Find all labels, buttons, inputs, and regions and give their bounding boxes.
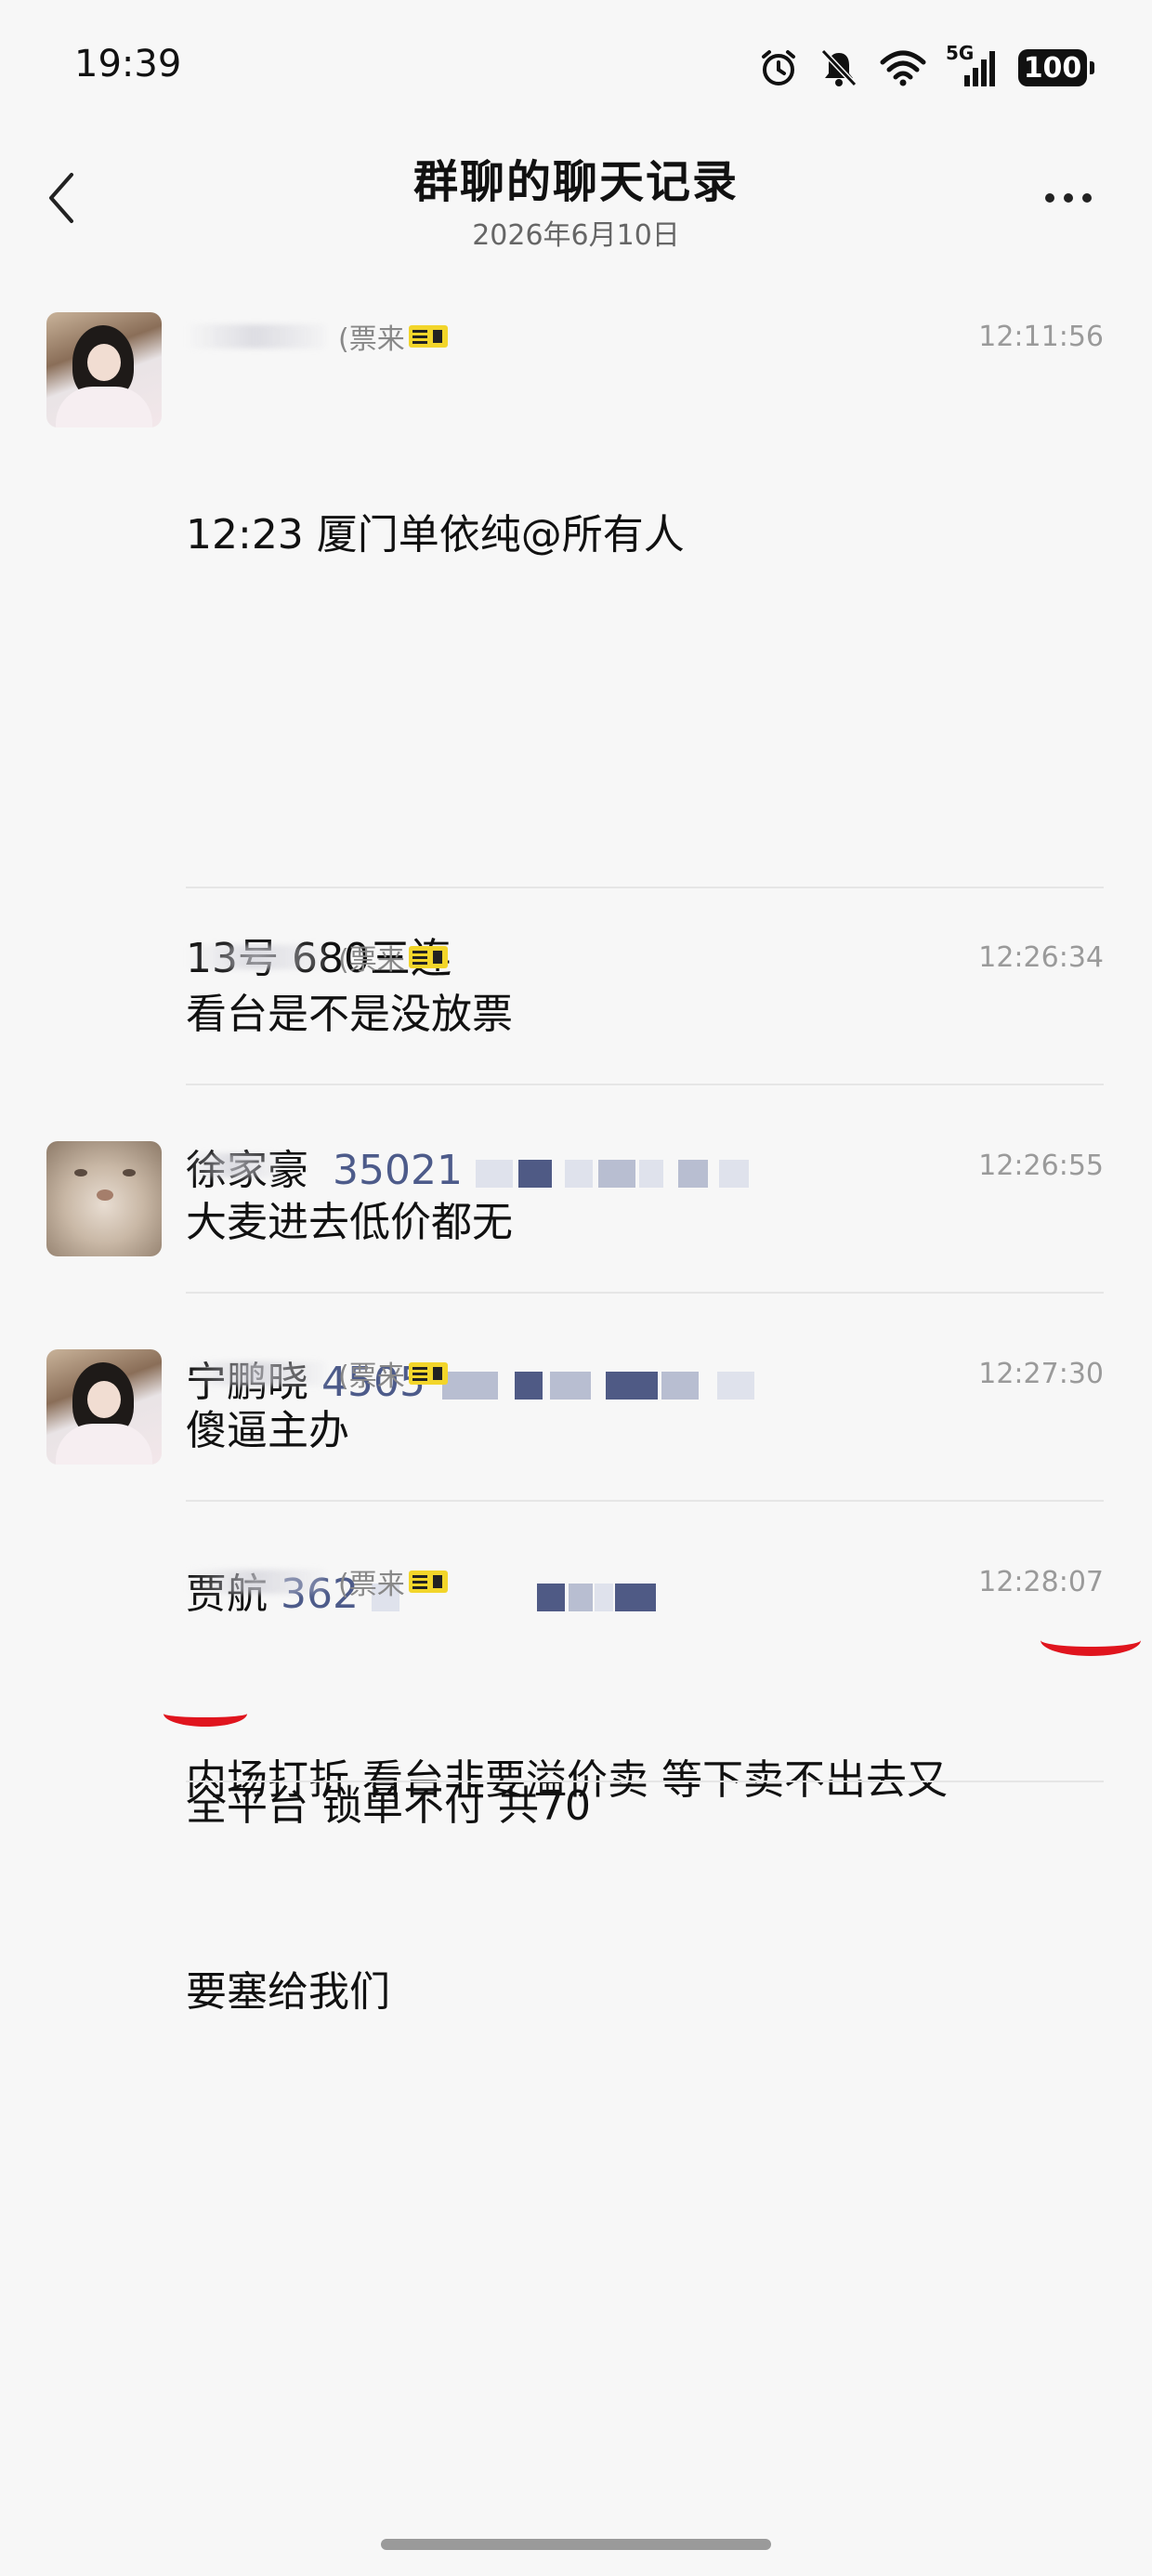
avatar-face (87, 344, 121, 381)
message-text: 内场打折 看台非要溢价卖 等下卖不出去又 要塞给我们 (186, 1604, 1104, 2169)
more-dots-icon (1045, 193, 1054, 203)
avatar[interactable] (46, 1349, 162, 1465)
chat-message[interactable]: (票来 12:26:34 看台是不是没放票 (0, 927, 1152, 1085)
message-time: 12:26:55 (978, 1149, 1104, 1182)
empty-line (186, 712, 1104, 782)
message-time: 12:27:30 (978, 1357, 1104, 1390)
cellular-signal: 5G (946, 42, 998, 88)
status-icons: 5G 100 (758, 42, 1094, 91)
chat-message[interactable]: (票来 12:11:56 12:23 厦门单依纯@所有人 13号 680三连 徐… (0, 307, 1152, 1830)
message-divider (186, 1292, 1104, 1294)
avatar-face (87, 1381, 121, 1418)
page-title: 群聊的聊天记录 (412, 156, 739, 208)
status-bar: 19:39 5G 100 (0, 0, 1152, 130)
sender-tag: (票来 (338, 1569, 405, 1601)
signal-icon (964, 51, 995, 86)
chat-history-page: 19:39 5G 100 群聊的聊天记录 2026年6月10日 (票来 12:1… (0, 0, 1152, 2576)
message-text: 大麦进去低价都无 (186, 1199, 513, 1246)
redacted-name (186, 945, 325, 969)
mute-icon (820, 48, 857, 87)
sender-name: (票来 (186, 939, 448, 977)
message-divider (186, 887, 1104, 888)
redacted-name (186, 324, 325, 348)
wifi-icon (880, 50, 926, 86)
avatar-eye (123, 1169, 136, 1176)
more-options-button[interactable] (1031, 177, 1106, 219)
redacted-name (186, 1153, 279, 1177)
page-subtitle-date: 2026年6月10日 (472, 219, 680, 252)
message-line: 要塞给我们 (186, 1968, 390, 2016)
home-indicator[interactable] (381, 2539, 771, 2550)
sender-name: (票来 (186, 1355, 448, 1393)
ticket-badge-icon (408, 1571, 448, 1593)
sender-name: (票来 (186, 318, 448, 356)
message-divider (186, 1500, 1104, 1502)
red-annotation-mark (164, 1701, 247, 1727)
ticket-badge-icon (408, 946, 448, 968)
message-text: 看台是不是没放票 (186, 991, 513, 1038)
message-divider (186, 1084, 1104, 1085)
sender-name: (票来 (186, 1563, 448, 1601)
message-line: 12:23 厦门单依纯@所有人 (186, 511, 685, 559)
sender-name (186, 1147, 292, 1184)
message-text: 傻逼主办 (186, 1407, 349, 1454)
sender-tag: (票来 (338, 323, 405, 356)
more-dot (1082, 193, 1092, 203)
ticket-badge-icon (408, 1362, 448, 1385)
message-time: 12:26:34 (978, 940, 1104, 974)
avatar[interactable] (46, 312, 162, 427)
sender-tag: (票来 (338, 1360, 405, 1393)
avatar-eye (74, 1169, 87, 1176)
avatar-shirt (56, 387, 152, 427)
sender-tag: (票来 (338, 944, 405, 977)
avatar-shirt (56, 1424, 152, 1465)
message-time: 12:28:07 (978, 1565, 1104, 1598)
chat-message[interactable]: (票来 12:27:30 傻逼主办 (0, 1344, 1152, 1502)
red-annotation-mark (1041, 1624, 1141, 1656)
avatar-nose (97, 1189, 113, 1201)
status-time: 19:39 (74, 43, 182, 85)
ticket-badge-icon (408, 325, 448, 348)
avatar[interactable] (46, 1141, 162, 1256)
message-time: 12:11:56 (978, 320, 1104, 353)
chat-message[interactable]: 12:26:55 大麦进去低价都无 (0, 1136, 1152, 1294)
message-divider (186, 1781, 1104, 1782)
battery-icon: 100 (1018, 49, 1094, 86)
chat-message[interactable]: (票来 12:28:07 内场打折 看台非要溢价卖 等下卖不出去又 要塞给我们 (0, 1552, 1152, 2016)
more-dot (1064, 193, 1073, 203)
redacted-name (186, 1361, 325, 1386)
redacted-name (186, 1570, 325, 1594)
alarm-icon (762, 50, 795, 85)
